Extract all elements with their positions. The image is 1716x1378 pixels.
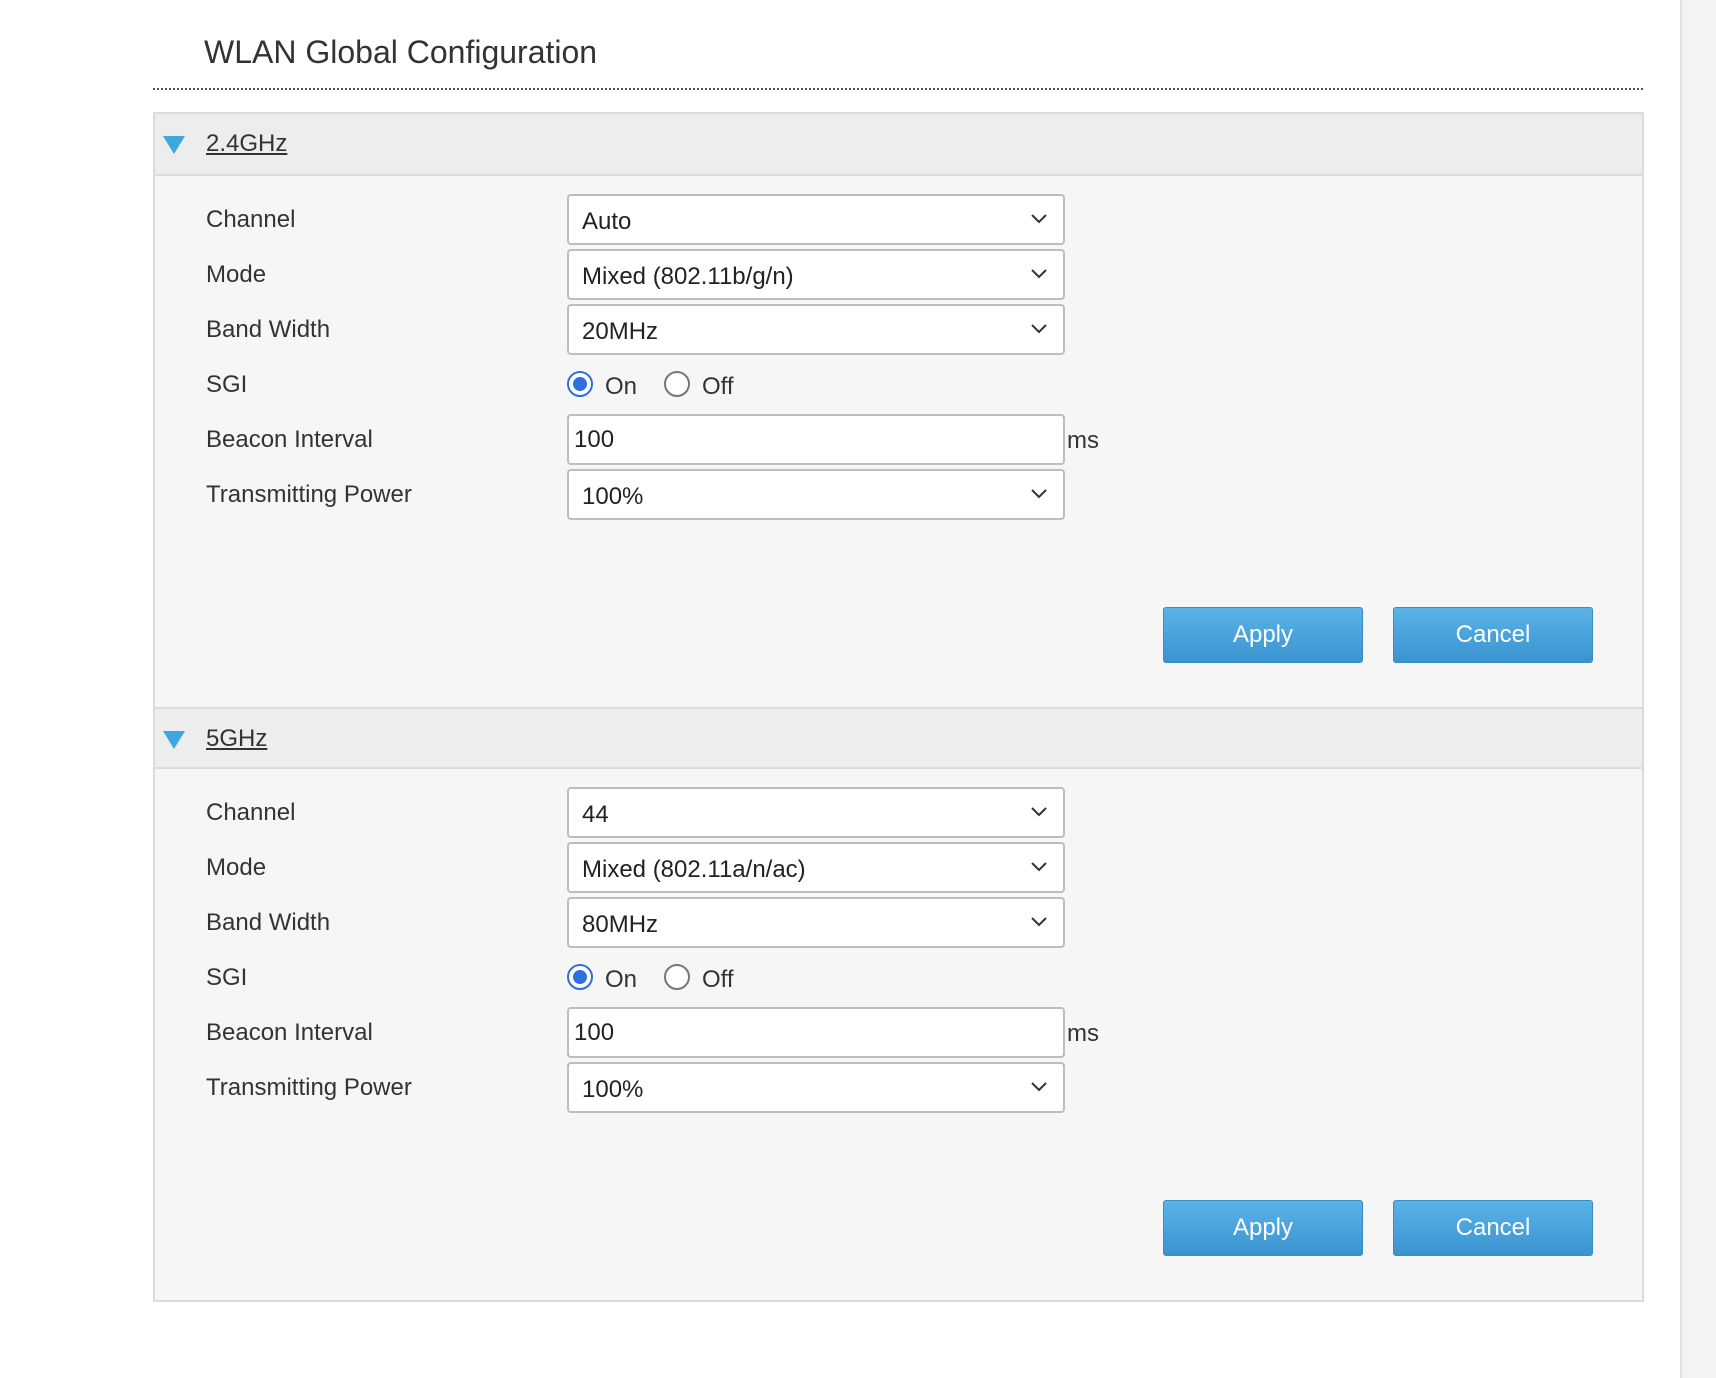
channel-row: Channel 44 xyxy=(155,787,1642,839)
chevron-down-icon xyxy=(1031,324,1047,334)
power-value: 100% xyxy=(582,1076,644,1103)
mode-value: Mixed (802.11b/g/n) xyxy=(582,263,794,290)
sgi-row: SGI On Off xyxy=(155,952,1642,1004)
section-5ghz: 5GHz Channel 44 Mode Mixed (802.11a/n/ac… xyxy=(155,707,1642,1300)
collapse-triangle-icon[interactable] xyxy=(163,731,185,749)
section-2-4ghz: 2.4GHz Channel Auto Mode Mixed (802.11b/… xyxy=(155,114,1642,707)
mode-select[interactable]: Mixed (802.11a/n/ac) xyxy=(567,842,1065,893)
sgi-label: SGI xyxy=(206,964,248,991)
bandwidth-value: 20MHz xyxy=(582,318,659,345)
section-header-5ghz[interactable]: 5GHz xyxy=(155,707,1642,769)
beacon-row: Beacon Interval ms xyxy=(155,414,1642,466)
sgi-on-label: On xyxy=(605,966,638,993)
sgi-off-label: Off xyxy=(702,966,734,993)
chevron-down-icon xyxy=(1031,489,1047,499)
section-title-2-4ghz[interactable]: 2.4GHz xyxy=(206,130,287,158)
beacon-label: Beacon Interval xyxy=(206,426,373,453)
chevron-down-icon xyxy=(1031,917,1047,927)
mode-label: Mode xyxy=(206,261,267,288)
power-row: Transmitting Power 100% xyxy=(155,469,1642,521)
button-row-5ghz: Apply Cancel xyxy=(155,1200,1642,1256)
collapse-triangle-icon[interactable] xyxy=(163,136,185,154)
bandwidth-select[interactable]: 80MHz xyxy=(567,897,1065,948)
power-select[interactable]: 100% xyxy=(567,1062,1065,1113)
sgi-on-radio[interactable] xyxy=(567,371,593,397)
sgi-off-radio[interactable] xyxy=(664,371,690,397)
cancel-button[interactable]: Cancel xyxy=(1393,1200,1593,1256)
channel-value: Auto xyxy=(582,208,632,235)
channel-select[interactable]: Auto xyxy=(567,194,1065,245)
config-panel: 2.4GHz Channel Auto Mode Mixed (802.11b/… xyxy=(153,112,1644,1302)
sgi-on-radio[interactable] xyxy=(567,964,593,990)
beacon-label: Beacon Interval xyxy=(206,1019,373,1046)
bandwidth-row: Band Width 80MHz xyxy=(155,897,1642,949)
wlan-config-page: WLAN Global Configuration 2.4GHz Channel… xyxy=(0,0,1716,1378)
cancel-button[interactable]: Cancel xyxy=(1393,607,1593,663)
title-divider xyxy=(153,88,1643,90)
mode-row: Mode Mixed (802.11b/g/n) xyxy=(155,249,1642,301)
sgi-on-label: On xyxy=(605,373,638,400)
bandwidth-label: Band Width xyxy=(206,909,331,936)
power-row: Transmitting Power 100% xyxy=(155,1062,1642,1114)
chevron-down-icon xyxy=(1031,214,1047,224)
mode-label: Mode xyxy=(206,854,267,881)
channel-select[interactable]: 44 xyxy=(567,787,1065,838)
apply-button[interactable]: Apply xyxy=(1163,1200,1363,1256)
bandwidth-select[interactable]: 20MHz xyxy=(567,304,1065,355)
beacon-interval-input[interactable] xyxy=(567,1007,1065,1058)
sgi-row: SGI On Off xyxy=(155,359,1642,411)
page-scrollbar-track[interactable] xyxy=(1680,0,1716,1378)
chevron-down-icon xyxy=(1031,269,1047,279)
bandwidth-value: 80MHz xyxy=(582,911,659,938)
beacon-unit: ms xyxy=(1067,427,1099,454)
channel-label: Channel xyxy=(206,206,296,233)
sgi-label: SGI xyxy=(206,371,248,398)
channel-value: 44 xyxy=(582,801,609,828)
channel-label: Channel xyxy=(206,799,296,826)
sgi-off-label: Off xyxy=(702,373,734,400)
beacon-unit: ms xyxy=(1067,1020,1099,1047)
channel-row: Channel Auto xyxy=(155,194,1642,246)
sgi-off-radio[interactable] xyxy=(664,964,690,990)
section-header-2-4ghz[interactable]: 2.4GHz xyxy=(155,114,1642,176)
chevron-down-icon xyxy=(1031,1082,1047,1092)
chevron-down-icon xyxy=(1031,807,1047,817)
power-value: 100% xyxy=(582,483,644,510)
mode-value: Mixed (802.11a/n/ac) xyxy=(582,856,806,883)
chevron-down-icon xyxy=(1031,862,1047,872)
bandwidth-row: Band Width 20MHz xyxy=(155,304,1642,356)
bandwidth-label: Band Width xyxy=(206,316,331,343)
beacon-row: Beacon Interval ms xyxy=(155,1007,1642,1059)
power-select[interactable]: 100% xyxy=(567,469,1065,520)
apply-button[interactable]: Apply xyxy=(1163,607,1363,663)
button-row-2-4ghz: Apply Cancel xyxy=(155,607,1642,663)
mode-row: Mode Mixed (802.11a/n/ac) xyxy=(155,842,1642,894)
mode-select[interactable]: Mixed (802.11b/g/n) xyxy=(567,249,1065,300)
section-title-5ghz[interactable]: 5GHz xyxy=(206,725,267,753)
power-label: Transmitting Power xyxy=(206,1074,412,1101)
page-title: WLAN Global Configuration xyxy=(204,34,598,70)
beacon-interval-input[interactable] xyxy=(567,414,1065,465)
power-label: Transmitting Power xyxy=(206,481,412,508)
